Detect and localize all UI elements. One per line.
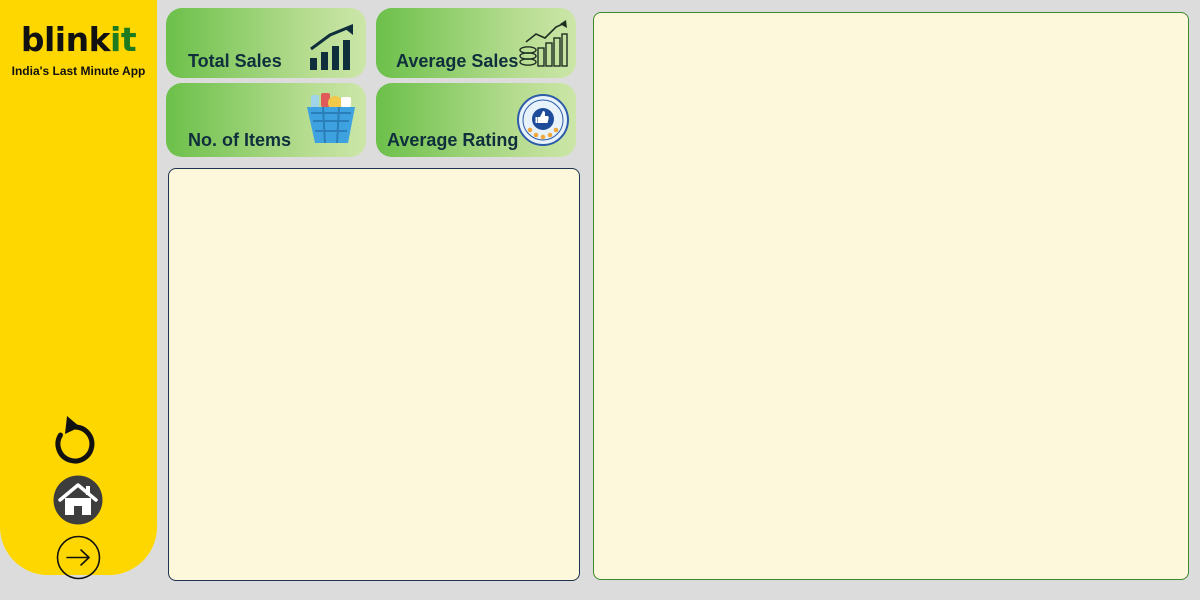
grocery-basket-icon <box>307 93 355 144</box>
kpi-label-total-sales: Total Sales <box>188 51 282 71</box>
kpi-card-average-sales[interactable]: Average Sales <box>376 8 576 78</box>
refresh-icon[interactable] <box>51 414 99 466</box>
kpi-card-no-of-items[interactable]: No. of Items <box>166 83 366 157</box>
growth-chart-icon <box>310 24 353 70</box>
kpi-card-total-sales[interactable]: Total Sales <box>166 8 366 78</box>
kpi-label-average-sales: Average Sales <box>396 51 519 71</box>
kpi-label-no-of-items: No. of Items <box>188 130 292 150</box>
brand-tagline: India's Last Minute App <box>11 64 146 78</box>
chart-panel-right <box>593 12 1189 580</box>
arrow-right-icon[interactable] <box>56 535 101 580</box>
home-icon[interactable] <box>53 475 103 525</box>
kpi-card-average-rating[interactable]: Average Rating <box>376 83 576 157</box>
brand-name-part1: blink <box>20 20 111 59</box>
chart-panel-left <box>168 168 580 581</box>
recommend-badge-icon <box>517 94 569 146</box>
brand-logo: blinkit <box>0 22 157 58</box>
kpi-label-average-rating: Average Rating <box>387 130 519 150</box>
coins-chart-icon <box>519 20 568 67</box>
brand-name-part2: it <box>110 20 137 59</box>
